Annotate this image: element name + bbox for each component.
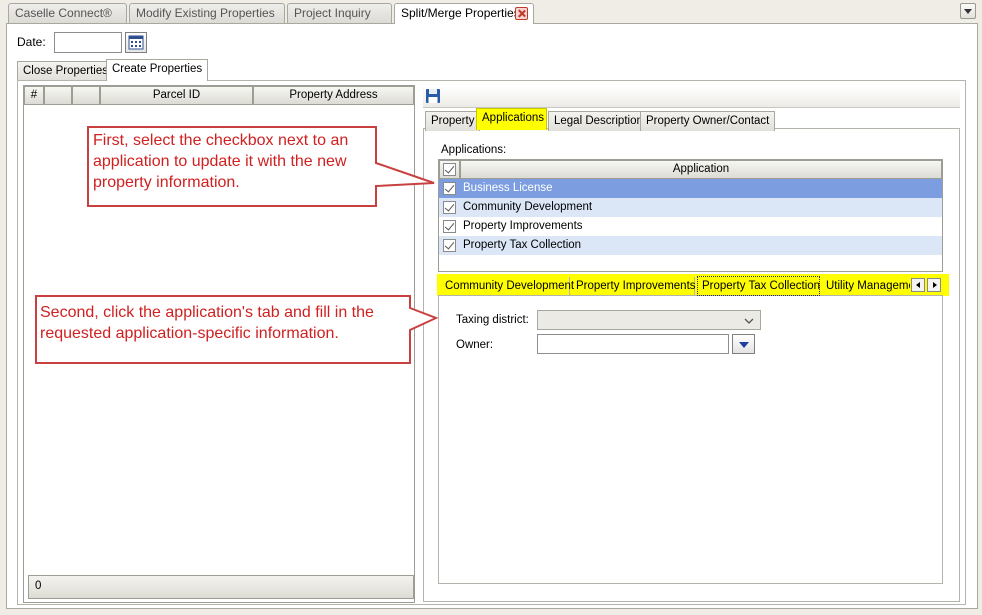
app-checkbox[interactable] — [443, 220, 456, 233]
taxing-district-select[interactable] — [537, 310, 761, 330]
tab-property[interactable]: Property — [425, 111, 481, 131]
tab-scroll-left-button[interactable] — [911, 278, 925, 292]
app-checkbox[interactable] — [443, 182, 456, 195]
date-input[interactable] — [54, 32, 122, 53]
col-header-select[interactable] — [439, 160, 460, 179]
callout-first-text: First, select the checkbox next to an ap… — [93, 132, 349, 191]
chevron-down-icon — [739, 342, 749, 348]
tab-project-inquiry[interactable]: Project Inquiry — [287, 3, 392, 23]
app-checkbox[interactable] — [443, 201, 456, 214]
col-header-blank-1[interactable] — [44, 86, 72, 105]
tab-label: Project Inquiry — [294, 6, 371, 20]
tab-label: Modify Existing Properties — [136, 6, 275, 20]
chevron-right-icon — [933, 282, 937, 288]
callout-second-text: Second, click the application's tab and … — [40, 304, 374, 342]
grid-footer: 0 — [28, 575, 414, 599]
list-item[interactable]: Property Tax Collection — [439, 236, 942, 255]
tab-property-owner-contact[interactable]: Property Owner/Contact — [640, 111, 776, 131]
list-item[interactable]: Business License — [439, 179, 942, 198]
col-header-number[interactable]: # — [24, 86, 44, 105]
save-icon — [426, 89, 440, 103]
owner-input[interactable] — [537, 334, 729, 354]
col-header-blank-2[interactable] — [72, 86, 100, 105]
save-button[interactable] — [425, 88, 441, 104]
tab-utility-management[interactable]: Utility Managemen — [822, 277, 910, 296]
tab-split-merge-properties[interactable]: Split/Merge Properties — [394, 3, 534, 24]
taxing-district-label: Taxing district: — [456, 314, 529, 326]
calendar-icon — [128, 35, 144, 50]
list-item[interactable]: Community Development — [439, 198, 942, 217]
tab-community-development[interactable]: Community Development — [441, 277, 574, 296]
tab-legal-description[interactable]: Legal Description — [548, 111, 649, 131]
tab-modify-existing-properties[interactable]: Modify Existing Properties — [129, 3, 285, 23]
tab-scroll-right-button[interactable] — [927, 278, 941, 292]
calendar-button[interactable] — [125, 32, 147, 53]
app-checkbox[interactable] — [443, 239, 456, 252]
tab-applications[interactable]: Applications — [476, 108, 547, 130]
col-header-application[interactable]: Application — [460, 160, 942, 179]
tab-list-dropdown[interactable] — [960, 3, 976, 19]
date-label: Date: — [17, 35, 46, 49]
col-header-parcel-id[interactable]: Parcel ID — [100, 86, 253, 105]
owner-lookup-button[interactable] — [732, 334, 755, 354]
tab-close-properties[interactable]: Close Properties — [17, 61, 115, 81]
chevron-down-icon — [964, 9, 972, 14]
grid-row-count: 0 — [35, 580, 42, 592]
tab-create-properties[interactable]: Create Properties — [106, 59, 209, 81]
applications-label: Applications: — [441, 144, 507, 156]
chevron-down-icon — [744, 318, 754, 324]
select-all-checkbox[interactable] — [443, 163, 456, 176]
detail-toolbar — [423, 86, 960, 108]
close-icon[interactable] — [515, 7, 528, 20]
col-header-property-address[interactable]: Property Address — [253, 86, 414, 105]
tab-label: Caselle Connect® — [15, 6, 112, 20]
owner-label: Owner: — [456, 339, 494, 351]
tab-property-improvements[interactable]: Property Improvements — [572, 277, 696, 296]
list-item[interactable]: Property Improvements — [439, 217, 942, 236]
tab-label: Split/Merge Properties — [401, 6, 520, 20]
tab-property-tax-collection[interactable]: Property Tax Collection — [697, 276, 820, 296]
tab-caselle-connect[interactable]: Caselle Connect® — [8, 3, 127, 23]
chevron-left-icon — [916, 282, 920, 288]
